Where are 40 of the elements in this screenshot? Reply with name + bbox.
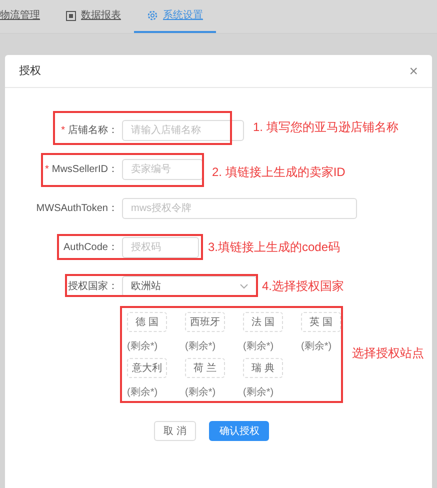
station-button[interactable]: 意大利	[127, 358, 167, 378]
cancel-button[interactable]: 取 消	[154, 421, 196, 441]
station-button[interactable]: 西班牙	[185, 312, 225, 332]
annotation-text: 选择授权站点	[352, 344, 424, 362]
input-field[interactable]: 卖家编号	[122, 159, 203, 180]
field-label: MwsSellerID：	[52, 163, 118, 177]
remaining-note: (剩余*)	[185, 340, 216, 354]
station-button[interactable]: 法 国	[243, 312, 283, 332]
remaining-note: (剩余*)	[243, 386, 274, 400]
country-select[interactable]: 欧洲站	[122, 276, 257, 297]
remaining-note: (剩余*)	[243, 340, 274, 354]
annotation-text: 1. 填写您的亚马逊店铺名称	[253, 118, 398, 136]
dialog-title: 授权	[19, 64, 41, 79]
nav-tab[interactable]: 物流管理	[0, 0, 53, 33]
chevron-down-icon	[240, 284, 248, 289]
station-button[interactable]: 瑞 典	[243, 358, 283, 378]
remaining-note: (剩余*)	[127, 340, 158, 354]
remaining-note: (剩余*)	[301, 340, 332, 354]
field-label: 授权国家：	[68, 280, 118, 294]
remaining-note: (剩余*)	[185, 386, 216, 400]
annotation-text: 3.填链接上生成的code码	[208, 238, 340, 256]
station-button[interactable]: 德 国	[127, 312, 167, 332]
field-label: MWSAuthToken：	[36, 202, 118, 216]
remaining-note: (剩余*)	[127, 386, 158, 400]
field-label: AuthCode：	[64, 241, 118, 255]
confirm-button[interactable]: 确认授权	[209, 421, 270, 441]
field-label: 店铺名称：	[68, 124, 118, 138]
input-field[interactable]: 请输入店铺名称	[122, 120, 244, 141]
input-field[interactable]: 授权码	[122, 237, 199, 258]
annotation-text: 4.选择授权国家	[262, 277, 344, 295]
close-button[interactable]: ×	[409, 64, 418, 78]
gear-icon	[147, 10, 158, 21]
station-button[interactable]: 荷 兰	[185, 358, 225, 378]
required-asterisk: *	[61, 124, 65, 138]
required-asterisk: *	[44, 163, 49, 177]
station-button[interactable]: 英 国	[301, 312, 341, 332]
nav-tab[interactable]: 数据报表	[53, 0, 134, 33]
annotation-text: 2. 填链接上生成的卖家ID	[212, 163, 346, 181]
report-icon	[66, 10, 76, 20]
input-field[interactable]: mws授权令牌	[122, 198, 357, 219]
